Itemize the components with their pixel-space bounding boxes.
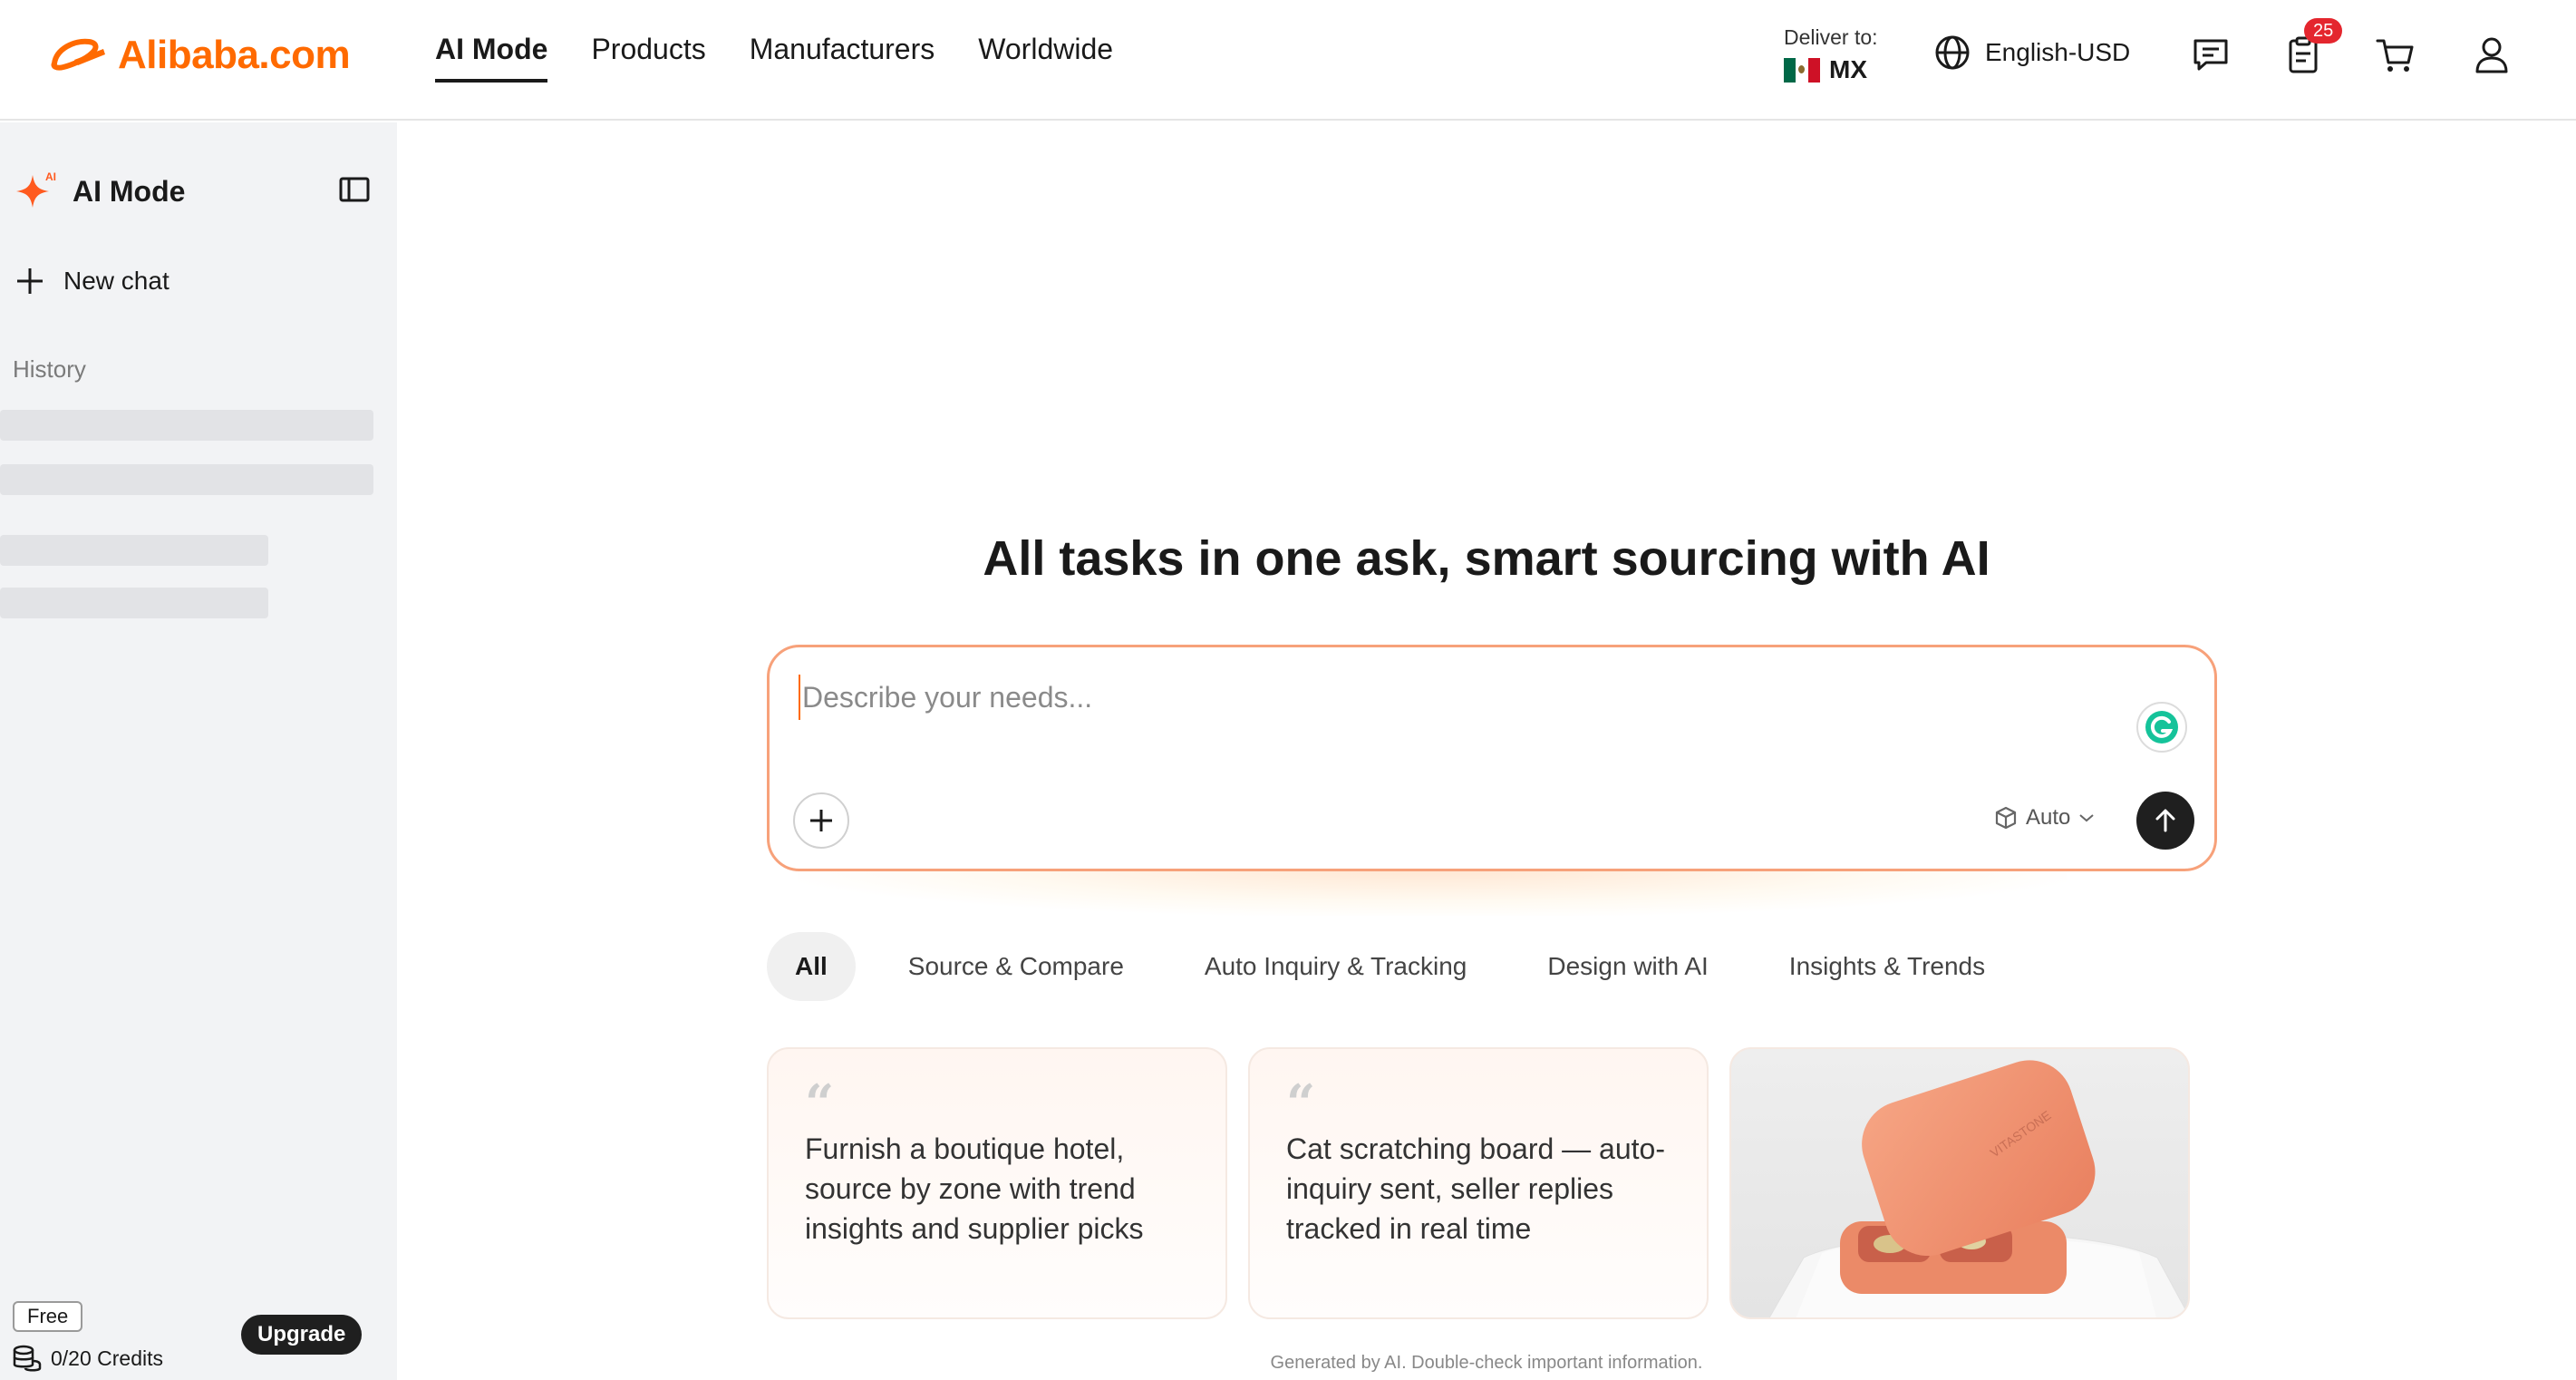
upgrade-button[interactable]: Upgrade xyxy=(241,1315,363,1355)
sidebar: AI AI Mode New chat History Free 0/20 Cr… xyxy=(0,122,397,1380)
tab-all[interactable]: All xyxy=(767,932,856,1001)
history-skeleton-4 xyxy=(0,588,268,618)
alibaba-logo-icon xyxy=(51,38,105,71)
deliver-country: MX xyxy=(1829,55,1867,83)
prompt-input[interactable] xyxy=(799,675,2068,720)
tab-source-compare[interactable]: Source & Compare xyxy=(880,932,1152,1001)
main-nav: AI Mode Products Manufacturers Worldwide xyxy=(435,33,1113,83)
suggestion-text: Cat scratching board — auto-inquiry sent… xyxy=(1286,1132,1665,1245)
language-currency-selector[interactable]: English-USD xyxy=(1934,34,2130,71)
deliver-label: Deliver to: xyxy=(1784,25,1878,49)
new-chat-label: New chat xyxy=(63,267,169,295)
plus-icon xyxy=(810,810,832,831)
messages-button[interactable] xyxy=(2190,34,2232,76)
suggestion-text: Furnish a boutique hotel, source by zone… xyxy=(805,1132,1144,1245)
top-header: Alibaba.com AI Mode Products Manufacture… xyxy=(0,0,2576,121)
arrow-up-icon xyxy=(2155,809,2175,832)
prompt-box: Auto xyxy=(767,645,2217,871)
product-image-card[interactable]: VITASTONE xyxy=(1729,1047,2190,1319)
ai-disclaimer: Generated by AI. Double-check important … xyxy=(1270,1353,1703,1373)
tab-auto-inquiry-tracking[interactable]: Auto Inquiry & Tracking xyxy=(1177,932,1495,1001)
attach-button[interactable] xyxy=(793,792,849,849)
chevron-down-icon xyxy=(2079,814,2095,822)
credits-info: 0/20 Credits xyxy=(13,1345,163,1372)
grammarly-button[interactable] xyxy=(2136,702,2187,753)
nav-ai-mode[interactable]: AI Mode xyxy=(435,33,548,83)
sidebar-title: AI AI Mode xyxy=(13,168,185,215)
mexico-flag-icon xyxy=(1784,57,1820,83)
send-button[interactable] xyxy=(2136,792,2194,850)
pill-organizer-image: VITASTONE xyxy=(1768,1060,2188,1317)
ai-badge-text: AI xyxy=(45,170,56,183)
language-label: English-USD xyxy=(1985,38,2131,66)
page-headline: All tasks in one ask, smart sourcing wit… xyxy=(983,531,1990,586)
model-label: Auto xyxy=(2026,805,2071,830)
nav-manufacturers[interactable]: Manufacturers xyxy=(750,33,935,83)
suggestion-card[interactable]: “ Furnish a boutique hotel, source by zo… xyxy=(767,1047,1227,1319)
plus-icon xyxy=(17,268,43,294)
account-button[interactable] xyxy=(2471,34,2513,76)
collapse-sidebar-button[interactable] xyxy=(339,177,370,207)
grammarly-icon xyxy=(2145,711,2178,743)
sidebar-title-label: AI Mode xyxy=(73,174,186,208)
history-skeleton-2 xyxy=(0,464,373,495)
deliver-to-selector[interactable]: Deliver to: MX xyxy=(1784,25,1878,84)
logo-text: Alibaba.com xyxy=(118,33,351,77)
category-tabs: All Source & Compare Auto Inquiry & Trac… xyxy=(767,932,2038,1001)
sidebar-toggle-icon xyxy=(339,177,370,202)
history-skeleton-1 xyxy=(0,410,373,441)
quote-icon: “ xyxy=(805,1074,835,1133)
cart-icon xyxy=(2376,39,2414,72)
cart-button[interactable] xyxy=(2375,34,2416,76)
orders-count-badge: 25 xyxy=(2304,18,2343,44)
nav-worldwide[interactable]: Worldwide xyxy=(978,33,1113,83)
model-selector[interactable]: Auto xyxy=(1993,805,2096,831)
credits-label: 0/20 Credits xyxy=(51,1346,164,1370)
user-icon xyxy=(2475,37,2508,73)
tab-insights-trends[interactable]: Insights & Trends xyxy=(1761,932,2013,1001)
cube-icon xyxy=(1995,806,2017,830)
alibaba-logo[interactable]: Alibaba.com xyxy=(47,33,351,78)
globe-icon xyxy=(1935,35,1970,70)
coins-icon xyxy=(13,1345,42,1372)
ai-sparkle-icon: AI xyxy=(16,170,56,208)
suggestion-card[interactable]: “ Cat scratching board — auto-inquiry se… xyxy=(1248,1047,1709,1319)
quote-icon: “ xyxy=(1286,1074,1316,1133)
tab-design-with-ai[interactable]: Design with AI xyxy=(1519,932,1736,1001)
history-skeleton-3 xyxy=(0,535,268,566)
nav-products[interactable]: Products xyxy=(591,33,705,83)
history-label: History xyxy=(13,355,86,383)
plan-badge: Free xyxy=(13,1301,83,1332)
message-icon xyxy=(2193,39,2228,71)
new-chat-button[interactable]: New chat xyxy=(15,266,169,296)
